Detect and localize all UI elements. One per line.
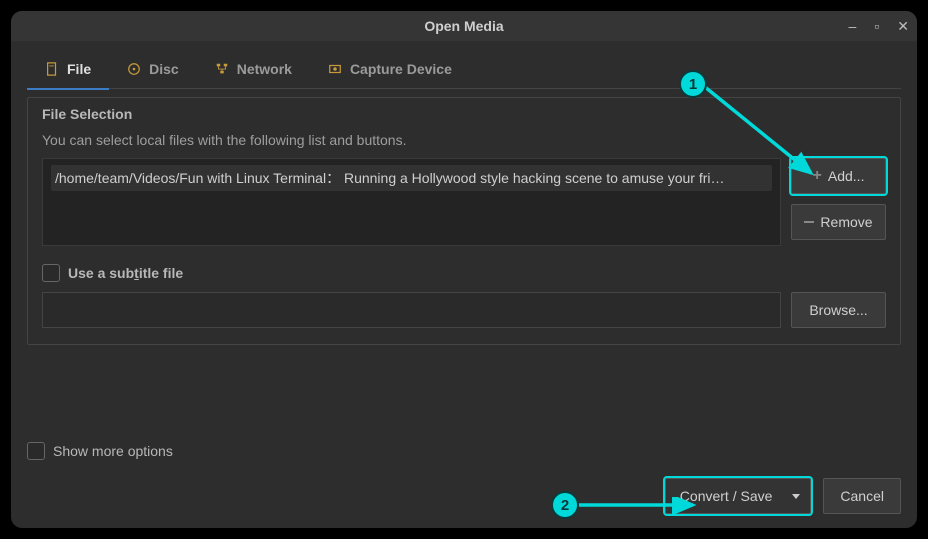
file-icon (45, 62, 59, 76)
window-title: Open Media (424, 18, 503, 34)
file-list-item[interactable]: /home/team/Videos/Fun with Linux Termina… (51, 165, 772, 191)
tab-capture-label: Capture Device (350, 61, 452, 77)
browse-button[interactable]: Browse... (791, 292, 886, 328)
dialog-content: File Disc Network Capture Device (11, 49, 917, 359)
add-button-label: Add... (828, 168, 865, 184)
tab-disc[interactable]: Disc (109, 49, 197, 89)
remove-button[interactable]: Remove (791, 204, 886, 240)
file-selection-hint: You can select local files with the foll… (42, 132, 886, 148)
dialog-footer: Show more options Convert / Save Cancel (27, 442, 901, 514)
open-media-dialog: Open Media – ▫ ✕ File Disc (8, 8, 920, 531)
tab-network-label: Network (237, 61, 292, 77)
network-icon (215, 62, 229, 76)
close-icon[interactable]: ✕ (897, 18, 909, 35)
tab-network[interactable]: Network (197, 49, 310, 89)
cancel-button-label: Cancel (840, 488, 884, 504)
window-controls: – ▫ ✕ (849, 11, 910, 41)
more-options-label: Show more options (53, 443, 173, 459)
capture-icon (328, 62, 342, 76)
chevron-down-icon (792, 494, 800, 499)
file-selection-group: File Selection You can select local file… (27, 97, 901, 345)
tab-file[interactable]: File (27, 49, 109, 89)
more-options-checkbox[interactable] (27, 442, 45, 460)
minimize-icon[interactable]: – (849, 18, 857, 34)
file-selection-title: File Selection (42, 106, 886, 122)
browse-button-label: Browse... (809, 302, 867, 318)
convert-save-label: Convert / Save (680, 488, 773, 504)
titlebar: Open Media – ▫ ✕ (11, 11, 917, 41)
annotation-badge-2: 2 (551, 491, 579, 519)
maximize-icon[interactable]: ▫ (874, 18, 879, 34)
add-button[interactable]: + Add... (791, 158, 886, 194)
tab-disc-label: Disc (149, 61, 179, 77)
subtitle-checkbox-label: Use a subtitle file (68, 265, 183, 281)
subtitle-path-input[interactable] (42, 292, 781, 328)
disc-icon (127, 62, 141, 76)
convert-save-button[interactable]: Convert / Save (665, 478, 812, 514)
cancel-button[interactable]: Cancel (823, 478, 901, 514)
tab-file-label: File (67, 61, 91, 77)
source-tabs: File Disc Network Capture Device (27, 49, 901, 89)
subtitle-checkbox[interactable] (42, 264, 60, 282)
file-list[interactable]: /home/team/Videos/Fun with Linux Termina… (42, 158, 781, 246)
minus-icon (804, 221, 814, 223)
plus-icon: + (813, 168, 822, 184)
remove-button-label: Remove (820, 214, 872, 230)
annotation-badge-1: 1 (679, 70, 707, 98)
tab-capture[interactable]: Capture Device (310, 49, 470, 89)
